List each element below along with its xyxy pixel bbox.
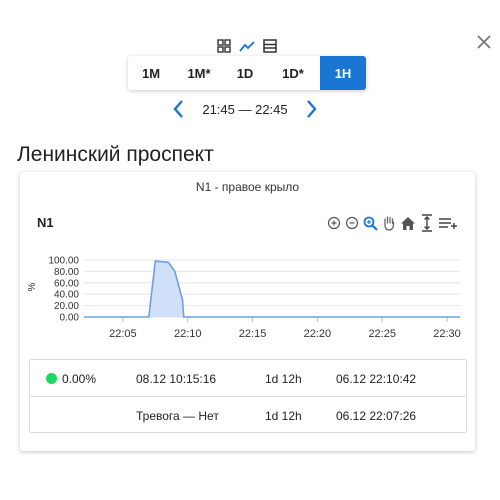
zoom-select-icon[interactable] (363, 216, 378, 231)
zoom-in-icon[interactable] (327, 216, 341, 230)
y-tick-label: 0.00 (60, 313, 80, 324)
table-icon[interactable] (262, 38, 278, 54)
status-indicator (46, 373, 57, 384)
sensor-card: N1 - правое крыло N1 100.00 80.00 60.00 40.… (20, 172, 475, 451)
range-button-1m-star[interactable]: 1M* (174, 56, 224, 90)
duration: 1d 12h (265, 409, 302, 423)
chart-toolbar (327, 214, 458, 232)
series-label: N1 (37, 215, 54, 230)
range-button-1d-star[interactable]: 1D* (266, 56, 320, 90)
home-icon[interactable] (400, 216, 416, 231)
series-line (84, 260, 460, 318)
grid-icon[interactable] (216, 38, 232, 54)
close-button[interactable] (472, 30, 496, 54)
series-area (84, 261, 460, 317)
chevron-left-icon (173, 100, 183, 118)
x-tick-label: 22:10 (174, 328, 202, 340)
x-tick-label: 22:20 (304, 328, 332, 340)
table-row: Тревога — Нет 1d 12h 06.12 22:07:26 (30, 397, 466, 434)
close-icon (477, 35, 491, 49)
view-switcher (216, 37, 282, 55)
next-period-button[interactable] (300, 96, 322, 122)
reset-icon[interactable] (420, 214, 434, 232)
page-title: Ленинский проспект (17, 143, 214, 166)
y-tick-label: 100.00 (48, 256, 79, 267)
y-tick-label: 60.00 (54, 278, 79, 289)
x-tick-label: 22:15 (239, 328, 267, 340)
table-row: 0.00% 08.12 10:15:16 1d 12h 06.12 22:10:… (30, 360, 466, 397)
range-button-1d[interactable]: 1D (224, 56, 266, 90)
x-tick-label: 22:05 (109, 328, 137, 340)
time-range-label: 21:45 — 22:45 (202, 101, 288, 117)
range-button-1h[interactable]: 1H (320, 56, 366, 90)
prev-period-button[interactable] (168, 96, 190, 122)
last-update: 06.12 22:07:26 (336, 409, 417, 423)
timestamp: 08.12 10:15:16 (136, 372, 217, 386)
y-tick-label: 80.00 (54, 267, 79, 278)
time-navigator: 21:45 — 22:45 (168, 96, 322, 122)
chart: 100.0080.0060.0040.0020.000.00 22:05 22:1… (27, 256, 461, 341)
x-tick-label: 22:30 (433, 328, 461, 340)
status-table: 0.00% 08.12 10:15:16 1d 12h 06.12 22:10:… (29, 359, 467, 433)
y-tick-label: 40.00 (54, 290, 79, 301)
alarm-status: Тревога — Нет (136, 409, 219, 423)
card-subtitle: N1 - правое крыло (195, 180, 300, 194)
zoom-out-icon[interactable] (345, 216, 359, 230)
line-chart-icon[interactable] (239, 38, 255, 54)
current-value: 0.00% (62, 372, 97, 386)
pan-hand-icon[interactable] (382, 215, 396, 231)
x-tick-label: 22:25 (368, 328, 396, 340)
last-update: 06.12 22:10:42 (336, 372, 417, 386)
range-selector: 1M 1M* 1D 1D* 1H (128, 56, 366, 90)
y-tick-label: 20.00 (54, 301, 79, 312)
menu-icon[interactable] (438, 216, 458, 230)
y-axis-label: % (27, 282, 38, 291)
duration: 1d 12h (265, 372, 302, 386)
chevron-right-icon (307, 100, 317, 118)
range-button-1m[interactable]: 1M (128, 56, 174, 90)
